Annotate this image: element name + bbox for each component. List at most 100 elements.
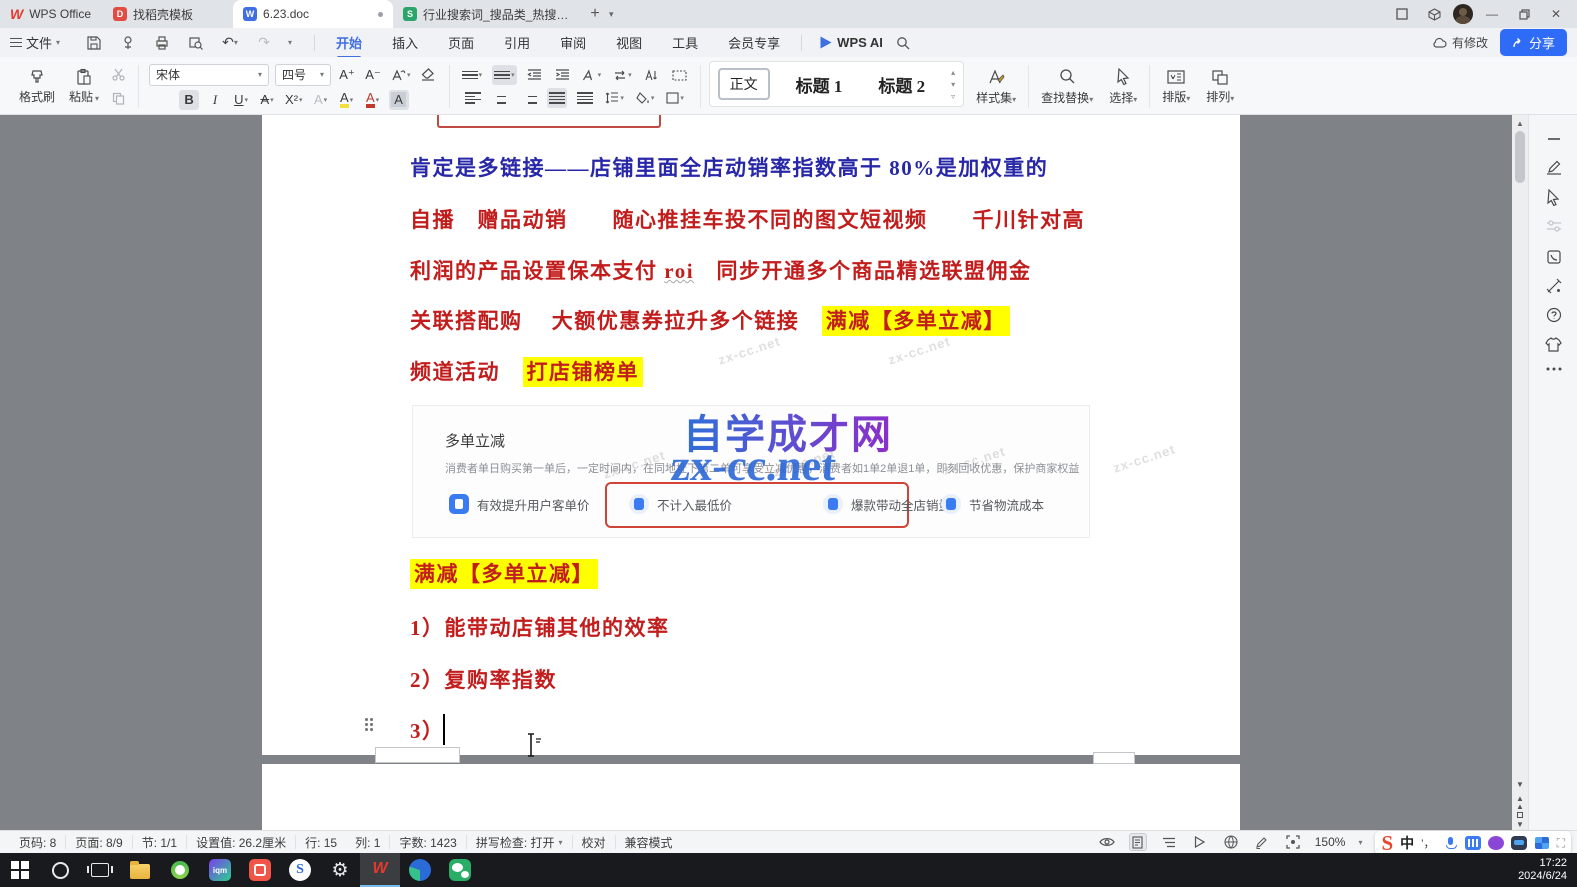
file-explorer-button[interactable] xyxy=(120,853,160,887)
embedded-image[interactable]: 多单立减 消费者单日购买第一单后，一定时间内，在同地址下第二单可享受立减优惠，消… xyxy=(412,405,1090,538)
distribute-icon[interactable] xyxy=(575,88,595,108)
tab-review[interactable]: 审阅 xyxy=(547,29,599,56)
justify-icon[interactable] xyxy=(547,88,567,108)
italic-button[interactable]: I xyxy=(205,90,225,110)
numbered-list-button[interactable]: ▾ xyxy=(492,65,517,85)
align-right-icon[interactable] xyxy=(519,88,539,108)
sogou-browser-button[interactable]: S xyxy=(280,853,320,887)
copy-icon[interactable] xyxy=(108,90,128,108)
phonetic-guide-button[interactable]: ▾ xyxy=(389,65,413,85)
collapse-toolbar-icon[interactable] xyxy=(1529,137,1577,141)
paragraph-drag-handle[interactable] xyxy=(365,718,379,734)
app-green-button[interactable] xyxy=(160,853,200,887)
web-layout-globe-icon[interactable] xyxy=(1222,833,1240,851)
tab-docer[interactable]: D 找稻壳模板 xyxy=(103,0,233,28)
text-direction-button[interactable]: ▾ xyxy=(611,65,634,85)
scrollbar-thumb[interactable] xyxy=(1515,131,1525,183)
ime-expand-icon[interactable]: ⛶ xyxy=(1557,836,1565,851)
tab-view[interactable]: 视图 xyxy=(603,29,655,56)
tab-document-active[interactable]: W 6.23.doc xyxy=(233,0,393,28)
vertical-scrollbar[interactable]: ▲ ▼ ▲▲ ▼▼ xyxy=(1512,115,1528,830)
sync-status[interactable]: 有修改 xyxy=(1432,34,1488,51)
sort-button[interactable] xyxy=(642,65,662,85)
integration-mode-icon[interactable] xyxy=(1389,3,1415,25)
save-icon[interactable] xyxy=(84,34,104,52)
document-page-9[interactable] xyxy=(262,764,1240,830)
highlight-color-button[interactable]: A▾ xyxy=(337,90,357,110)
outline-view-icon[interactable] xyxy=(1160,833,1178,851)
ime-toolbox-icon[interactable] xyxy=(1534,836,1550,850)
strikethrough-button[interactable]: A▾ xyxy=(257,90,277,110)
ime-language-toggle[interactable]: 中 xyxy=(1400,833,1414,853)
share-button[interactable]: 分享 xyxy=(1500,29,1567,56)
gallery-down-icon[interactable]: ▾ xyxy=(951,80,955,89)
tab-list-chevron-icon[interactable]: ▾ xyxy=(609,9,614,20)
zoom-chevron-icon[interactable]: ▾ xyxy=(1358,838,1362,847)
gallery-up-icon[interactable]: ▴ xyxy=(951,68,955,77)
file-menu-button[interactable]: 文件 ▾ xyxy=(0,33,70,52)
export-pdf-icon[interactable] xyxy=(118,34,138,52)
ime-keyboard-icon[interactable] xyxy=(1465,836,1481,850)
customize-toolbar-chevron-icon[interactable]: ▾ xyxy=(288,38,292,47)
wps-ai-button[interactable]: WPS AI xyxy=(810,35,893,50)
app-red-button[interactable] xyxy=(240,853,280,887)
focus-mode-icon[interactable] xyxy=(1284,833,1302,851)
ime-smart-icon[interactable] xyxy=(1511,836,1527,850)
wechat-button[interactable] xyxy=(440,853,480,887)
tab-tools[interactable]: 工具 xyxy=(659,29,711,56)
align-center-icon[interactable] xyxy=(491,88,511,108)
more-options-icon[interactable] xyxy=(1529,367,1577,371)
ink-pen-icon[interactable] xyxy=(1253,833,1271,851)
status-spellcheck[interactable]: 拼写检查: 打开▾ xyxy=(467,835,573,849)
align-left-icon[interactable] xyxy=(463,88,483,108)
font-name-select[interactable]: 宋体▾ xyxy=(149,64,269,86)
zoom-level[interactable]: 150% xyxy=(1315,835,1346,849)
tools-repair-icon[interactable] xyxy=(1529,278,1577,294)
style-heading1[interactable]: 标题 1 xyxy=(786,68,853,101)
settings-button[interactable]: ⚙ xyxy=(320,853,360,887)
font-color-button[interactable]: A▾ xyxy=(363,90,383,110)
ime-skin-icon[interactable] xyxy=(1488,836,1504,850)
skin-theme-icon[interactable] xyxy=(1529,337,1577,352)
undo-icon[interactable]: ↶▾ xyxy=(220,34,240,52)
text-scale-button[interactable]: ▾ xyxy=(581,65,604,85)
char-shading-button[interactable]: A xyxy=(389,90,409,110)
taskbar-clock[interactable]: 17:22 2024/6/24 xyxy=(1518,857,1577,883)
contacts-phone-icon[interactable] xyxy=(1529,249,1577,265)
task-view-button[interactable] xyxy=(80,853,120,887)
shading-bucket-button[interactable]: ▾ xyxy=(634,88,657,108)
grow-font-button[interactable]: A⁺ xyxy=(337,65,357,85)
borders-button[interactable]: ▾ xyxy=(664,88,686,108)
close-button[interactable]: ✕ xyxy=(1543,3,1569,25)
workspace-cube-icon[interactable] xyxy=(1421,3,1447,25)
underline-button[interactable]: U▾ xyxy=(231,90,251,110)
read-mode-icon[interactable] xyxy=(1191,833,1209,851)
arrange-button[interactable]: 排列▾ xyxy=(1198,61,1242,112)
superscript-button[interactable]: X²▾ xyxy=(283,90,305,110)
adjust-sliders-icon[interactable] xyxy=(1529,219,1577,233)
redo-icon[interactable]: ↷ xyxy=(254,34,274,52)
edit-pen-icon[interactable] xyxy=(1529,159,1577,175)
tab-spreadsheet[interactable]: S 行业搜索词_搜品类_热搜榜_智能... xyxy=(393,0,583,28)
app-blue-button[interactable] xyxy=(400,853,440,887)
user-avatar[interactable] xyxy=(1453,4,1473,24)
font-size-select[interactable]: 四号▾ xyxy=(275,64,331,86)
ime-mic-icon[interactable] xyxy=(1442,836,1458,850)
text-effects-button[interactable]: A▾ xyxy=(311,90,331,110)
restore-button[interactable] xyxy=(1511,3,1537,25)
new-tab-button[interactable]: + xyxy=(583,2,607,26)
tab-home[interactable]: 开始 xyxy=(323,29,375,56)
print-icon[interactable] xyxy=(152,34,172,52)
style-heading2[interactable]: 标题 2 xyxy=(868,68,935,101)
tab-page[interactable]: 页面 xyxy=(435,29,487,56)
cut-icon[interactable] xyxy=(108,66,128,84)
line-spacing-button[interactable]: ▾ xyxy=(603,88,626,108)
search-button[interactable] xyxy=(40,853,80,887)
clear-format-eraser-icon[interactable] xyxy=(419,65,439,85)
typeset-button[interactable]: 排版▾ xyxy=(1154,61,1198,112)
tab-member[interactable]: 会员专享 xyxy=(715,29,793,56)
select-button[interactable]: 选择▾ xyxy=(1101,61,1145,112)
browse-object-icon[interactable] xyxy=(1517,812,1523,818)
help-icon[interactable] xyxy=(1529,307,1577,323)
wps-taskbar-button[interactable]: W xyxy=(360,853,400,887)
